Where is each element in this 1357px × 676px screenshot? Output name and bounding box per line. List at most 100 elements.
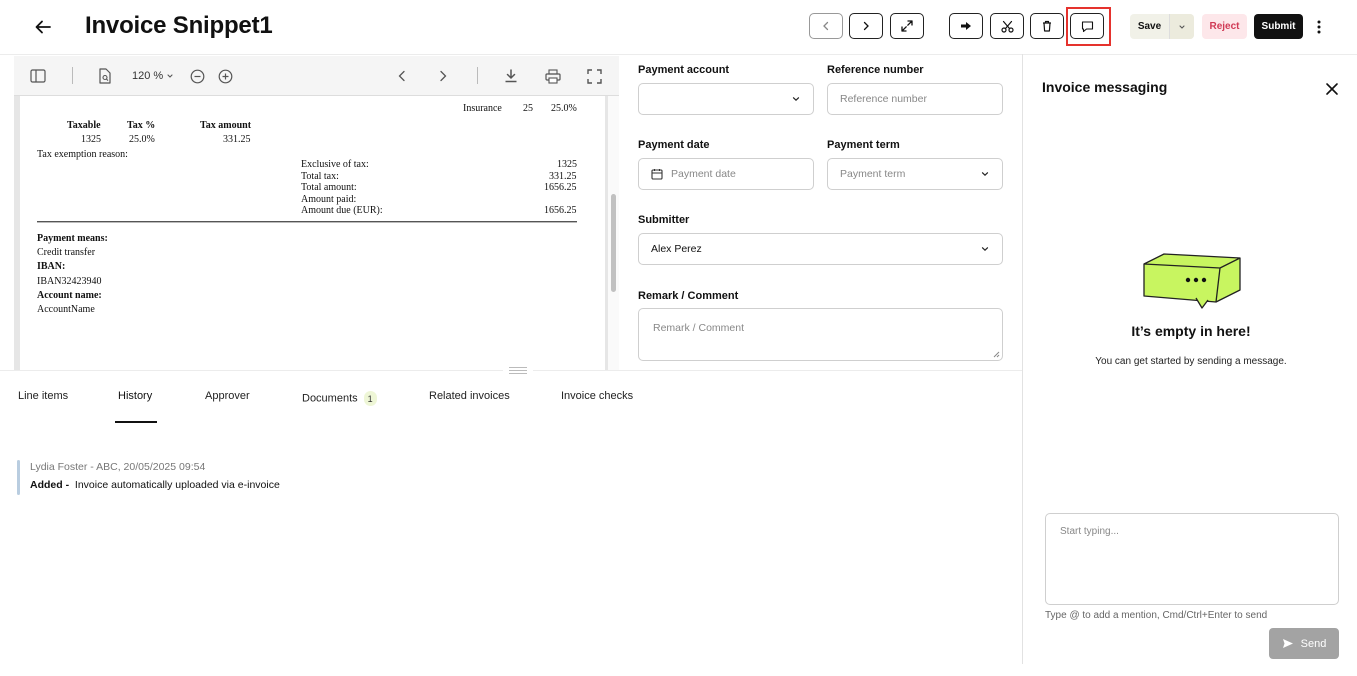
- tab-related-invoices[interactable]: Related invoices: [429, 390, 510, 402]
- submitter-select[interactable]: Alex Perez: [638, 233, 1003, 265]
- zoom-select[interactable]: 120 %: [132, 66, 174, 86]
- pdf-heading: IBAN:: [37, 261, 66, 272]
- message-hint: Type @ to add a mention, Cmd/Ctrl+Enter …: [1045, 610, 1268, 621]
- close-messaging-button[interactable]: [1322, 79, 1342, 99]
- pdf-heading: Payment means:: [37, 233, 108, 244]
- reference-number-input[interactable]: Reference number: [827, 83, 1003, 115]
- pdf-text: Amount paid:: [301, 194, 357, 205]
- next-invoice-button[interactable]: [849, 13, 883, 39]
- zoom-value: 120 %: [132, 70, 164, 82]
- pdf-scrollbar[interactable]: [608, 96, 619, 370]
- previous-invoice-button[interactable]: [809, 13, 843, 39]
- resize-handle[interactable]: [503, 363, 533, 377]
- previous-page-button[interactable]: [392, 66, 412, 86]
- payment-date-input[interactable]: Payment date: [638, 158, 814, 190]
- delete-button[interactable]: [1030, 13, 1064, 39]
- pdf-page: — Insurance 25 25.0% Taxable Tax % Tax a…: [20, 96, 605, 370]
- remark-label: Remark / Comment: [638, 290, 739, 302]
- pdf-text: Total amount:: [301, 182, 357, 193]
- header-divider: [0, 54, 1357, 55]
- pdf-scrollbar-thumb[interactable]: [611, 194, 616, 292]
- pdf-text: 25.0%: [129, 134, 155, 145]
- kebab-icon: [1317, 20, 1321, 34]
- messages-button[interactable]: [1070, 13, 1104, 39]
- pdf-text: Exclusive of tax:: [301, 159, 369, 170]
- payment-term-label: Payment term: [827, 139, 900, 151]
- chevron-right-icon: [863, 21, 869, 31]
- history-entry-description: Invoice automatically uploaded via e-inv…: [74, 479, 280, 491]
- more-options-button[interactable]: [1310, 16, 1328, 38]
- history-entry-marker: [17, 460, 20, 495]
- tab-approver[interactable]: Approver: [205, 390, 250, 402]
- sidebar-toggle-icon: [30, 69, 46, 83]
- toolbar-separator: [477, 67, 478, 84]
- save-options-button[interactable]: [1170, 14, 1194, 39]
- calendar-icon: [651, 169, 663, 180]
- fullscreen-button[interactable]: [584, 66, 604, 86]
- payment-account-select[interactable]: [638, 83, 814, 115]
- save-button[interactable]: Save: [1130, 14, 1170, 39]
- payment-term-select[interactable]: Payment term: [827, 158, 1003, 190]
- zoom-in-button[interactable]: [215, 66, 235, 86]
- pdf-toolbar: 120 %: [14, 56, 619, 96]
- chevron-right-icon: [440, 70, 447, 82]
- pdf-text: AccountName: [37, 304, 95, 315]
- send-button[interactable]: Send: [1269, 628, 1339, 659]
- pdf-heading: Account name:: [37, 290, 102, 301]
- page-title: Invoice Snippet1: [85, 12, 273, 39]
- remark-textarea[interactable]: Remark / Comment: [638, 308, 1003, 361]
- scissors-icon: [1000, 20, 1014, 33]
- pdf-heading: Tax amount: [200, 120, 252, 131]
- pdf-text: 25: [523, 103, 533, 114]
- submitter-label: Submitter: [638, 214, 690, 226]
- pdf-viewer[interactable]: — Insurance 25 25.0% Taxable Tax % Tax a…: [14, 96, 619, 370]
- remark-placeholder: Remark / Comment: [653, 322, 745, 334]
- history-entry-meta: Lydia Foster - ABC, 20/05/2025 09:54: [30, 461, 206, 473]
- pdf-text: 331.25: [549, 171, 577, 182]
- send-button-label: Send: [1300, 637, 1327, 650]
- pdf-text: Total tax:: [301, 171, 339, 182]
- history-entry-action: Added -: [30, 479, 70, 491]
- back-arrow-icon: [35, 20, 51, 34]
- print-icon: [545, 68, 561, 84]
- active-tab-indicator: [115, 421, 157, 423]
- download-icon: [505, 69, 517, 83]
- tab-line-items[interactable]: Line items: [18, 390, 68, 402]
- document-search-icon: [99, 68, 111, 84]
- reference-number-label: Reference number: [827, 64, 924, 76]
- payment-date-label: Payment date: [638, 139, 710, 151]
- document-properties-button[interactable]: [95, 66, 115, 86]
- pdf-text: Tax exemption reason:: [37, 149, 128, 160]
- pdf-text: 1656.25: [544, 182, 577, 193]
- pdf-rule: [37, 221, 577, 223]
- sidebar-toggle-button[interactable]: [28, 66, 48, 86]
- message-input[interactable]: Start typing...: [1045, 513, 1339, 605]
- reject-button[interactable]: Reject: [1202, 14, 1247, 39]
- submit-button[interactable]: Submit: [1254, 14, 1303, 39]
- split-button[interactable]: [990, 13, 1024, 39]
- message-input-placeholder: Start typing...: [1060, 526, 1119, 537]
- tab-history[interactable]: History: [118, 390, 152, 402]
- fullscreen-icon: [586, 68, 602, 84]
- panel-divider: [1022, 54, 1023, 664]
- expand-button[interactable]: [890, 13, 924, 39]
- chevron-down-icon: [167, 74, 173, 78]
- forward-button[interactable]: [949, 13, 983, 39]
- pdf-text: Credit transfer: [37, 247, 96, 258]
- download-button[interactable]: [501, 66, 521, 86]
- zoom-out-button[interactable]: [187, 66, 207, 86]
- print-button[interactable]: [543, 66, 563, 86]
- payment-account-label: Payment account: [638, 64, 730, 76]
- tab-documents[interactable]: Documents 1: [302, 391, 377, 406]
- history-entry-text: Added - Invoice automatically uploaded v…: [30, 479, 280, 491]
- messaging-panel-title: Invoice messaging: [1042, 79, 1168, 95]
- tab-invoice-checks[interactable]: Invoice checks: [561, 390, 633, 402]
- chevron-left-icon: [823, 21, 829, 31]
- zoom-in-icon: [218, 69, 232, 83]
- save-button-group: Save: [1130, 14, 1194, 39]
- resize-grip-icon: [993, 351, 1000, 358]
- documents-count-badge: 1: [363, 391, 377, 406]
- back-button[interactable]: [28, 12, 58, 42]
- empty-chat-illustration: [1143, 253, 1241, 309]
- next-page-button[interactable]: [433, 66, 453, 86]
